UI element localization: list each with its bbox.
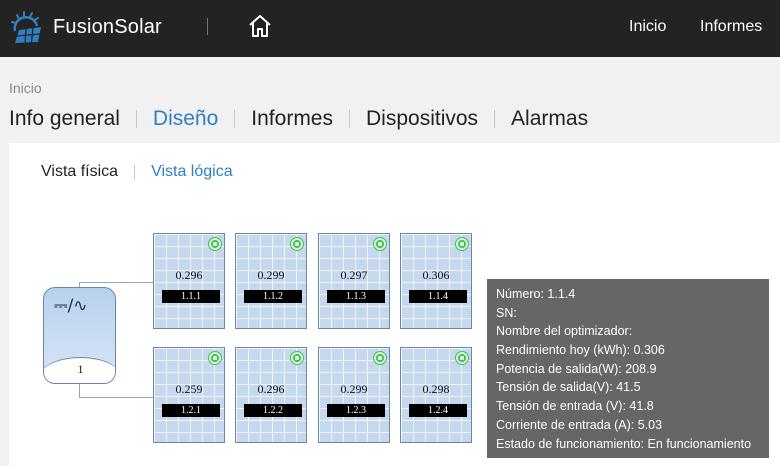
fusionsolar-logo-icon[interactable] <box>10 10 46 44</box>
pv-module[interactable]: 0.296 1.2.2 <box>235 347 307 443</box>
module-id: 1.1.2 <box>244 290 302 303</box>
tab-alarmas[interactable]: Alarmas <box>511 107 588 131</box>
pv-module[interactable]: 0.306 1.1.4 <box>400 233 472 329</box>
module-power: 0.306 <box>422 268 450 282</box>
module-power: 0.299 <box>257 268 285 282</box>
status-ok-icon <box>374 238 386 250</box>
module-power: 0.259 <box>175 382 203 396</box>
status-ok-icon <box>291 238 303 250</box>
tooltip-nombre: Nombre del optimizador: <box>496 324 633 339</box>
module-id: 1.2.1 <box>162 404 220 417</box>
tab-informes[interactable]: Informes <box>251 107 333 131</box>
tooltip-corriente: Corriente de entrada (A): 5.03 <box>496 417 663 432</box>
module-power: 0.296 <box>175 268 203 282</box>
tab-diseno[interactable]: Diseño <box>153 107 218 131</box>
tab-info-general[interactable]: Info general <box>9 107 120 131</box>
pv-module[interactable]: 0.299 1.2.3 <box>318 347 390 443</box>
module-id: 1.2.3 <box>327 404 385 417</box>
top-bar: FusionSolar Inicio Informes <box>0 0 780 57</box>
module-power: 0.299 <box>340 382 368 396</box>
tab-vista-fisica[interactable]: Vista física <box>41 163 118 181</box>
tooltip-estado: Estado de funcionamiento: En funcionamie… <box>496 436 752 451</box>
top-nav-inicio[interactable]: Inicio <box>629 18 666 36</box>
status-ok-icon <box>209 238 221 250</box>
module-id: 1.2.4 <box>409 404 467 417</box>
tab-divider <box>494 110 496 128</box>
optimizer-tooltip: Número: 1.1.4 SN: Nombre del optimizador… <box>487 279 769 458</box>
string-wire <box>79 397 154 398</box>
pv-module[interactable]: 0.259 1.2.1 <box>153 347 225 443</box>
tooltip-tension-entrada: Tensión de entrada (V): 41.8 <box>496 399 654 414</box>
view-tabs: Vista física Vista lógica <box>41 162 233 182</box>
pv-module[interactable]: 0.297 1.1.3 <box>318 233 390 329</box>
string-wire <box>79 383 80 397</box>
status-ok-icon <box>209 352 221 364</box>
brand-name: FusionSolar <box>53 16 162 38</box>
module-id: 1.1.3 <box>327 290 385 303</box>
top-nav-informes[interactable]: Informes <box>700 18 762 36</box>
tooltip-rendimiento: Rendimiento hoy (kWh): 0.306 <box>496 343 665 358</box>
status-ok-icon <box>291 352 303 364</box>
module-power: 0.297 <box>340 268 368 282</box>
tab-vista-logica[interactable]: Vista lógica <box>151 163 233 181</box>
tooltip-sn: SN: <box>496 305 517 320</box>
home-icon[interactable] <box>247 13 273 39</box>
inverter[interactable]: ⎓/∿ 1 <box>43 287 116 384</box>
pv-module[interactable]: 0.298 1.2.4 <box>400 347 472 443</box>
tab-divider <box>349 110 350 128</box>
view-tab-divider <box>134 164 136 180</box>
header-divider <box>207 18 208 35</box>
module-id: 1.1.1 <box>162 290 220 303</box>
tooltip-numero: Número: 1.1.4 <box>496 287 576 301</box>
tab-divider <box>234 110 236 128</box>
pv-module[interactable]: 0.296 1.1.1 <box>153 233 225 329</box>
tab-divider <box>135 110 137 128</box>
module-id: 1.2.2 <box>244 404 302 417</box>
tab-dispositivos[interactable]: Dispositivos <box>366 107 478 131</box>
module-id: 1.1.4 <box>409 290 467 303</box>
status-ok-icon <box>374 352 386 364</box>
status-ok-icon <box>456 352 468 364</box>
breadcrumb[interactable]: Inicio <box>9 80 42 96</box>
module-power: 0.296 <box>257 382 285 396</box>
status-ok-icon <box>456 238 468 250</box>
module-power: 0.298 <box>422 382 450 396</box>
dc-ac-inverter-icon: ⎓/∿ <box>54 296 88 316</box>
tooltip-tension-salida: Tensión de salida(V): 41.5 <box>496 380 641 395</box>
string-wire <box>79 282 154 283</box>
main-tabs: Info general Diseño Informes Dispositivo… <box>9 105 588 133</box>
tooltip-potencia: Potencia de salida(W): 208.9 <box>496 361 657 376</box>
pv-module[interactable]: 0.299 1.1.2 <box>235 233 307 329</box>
inverter-number: 1 <box>77 362 84 376</box>
